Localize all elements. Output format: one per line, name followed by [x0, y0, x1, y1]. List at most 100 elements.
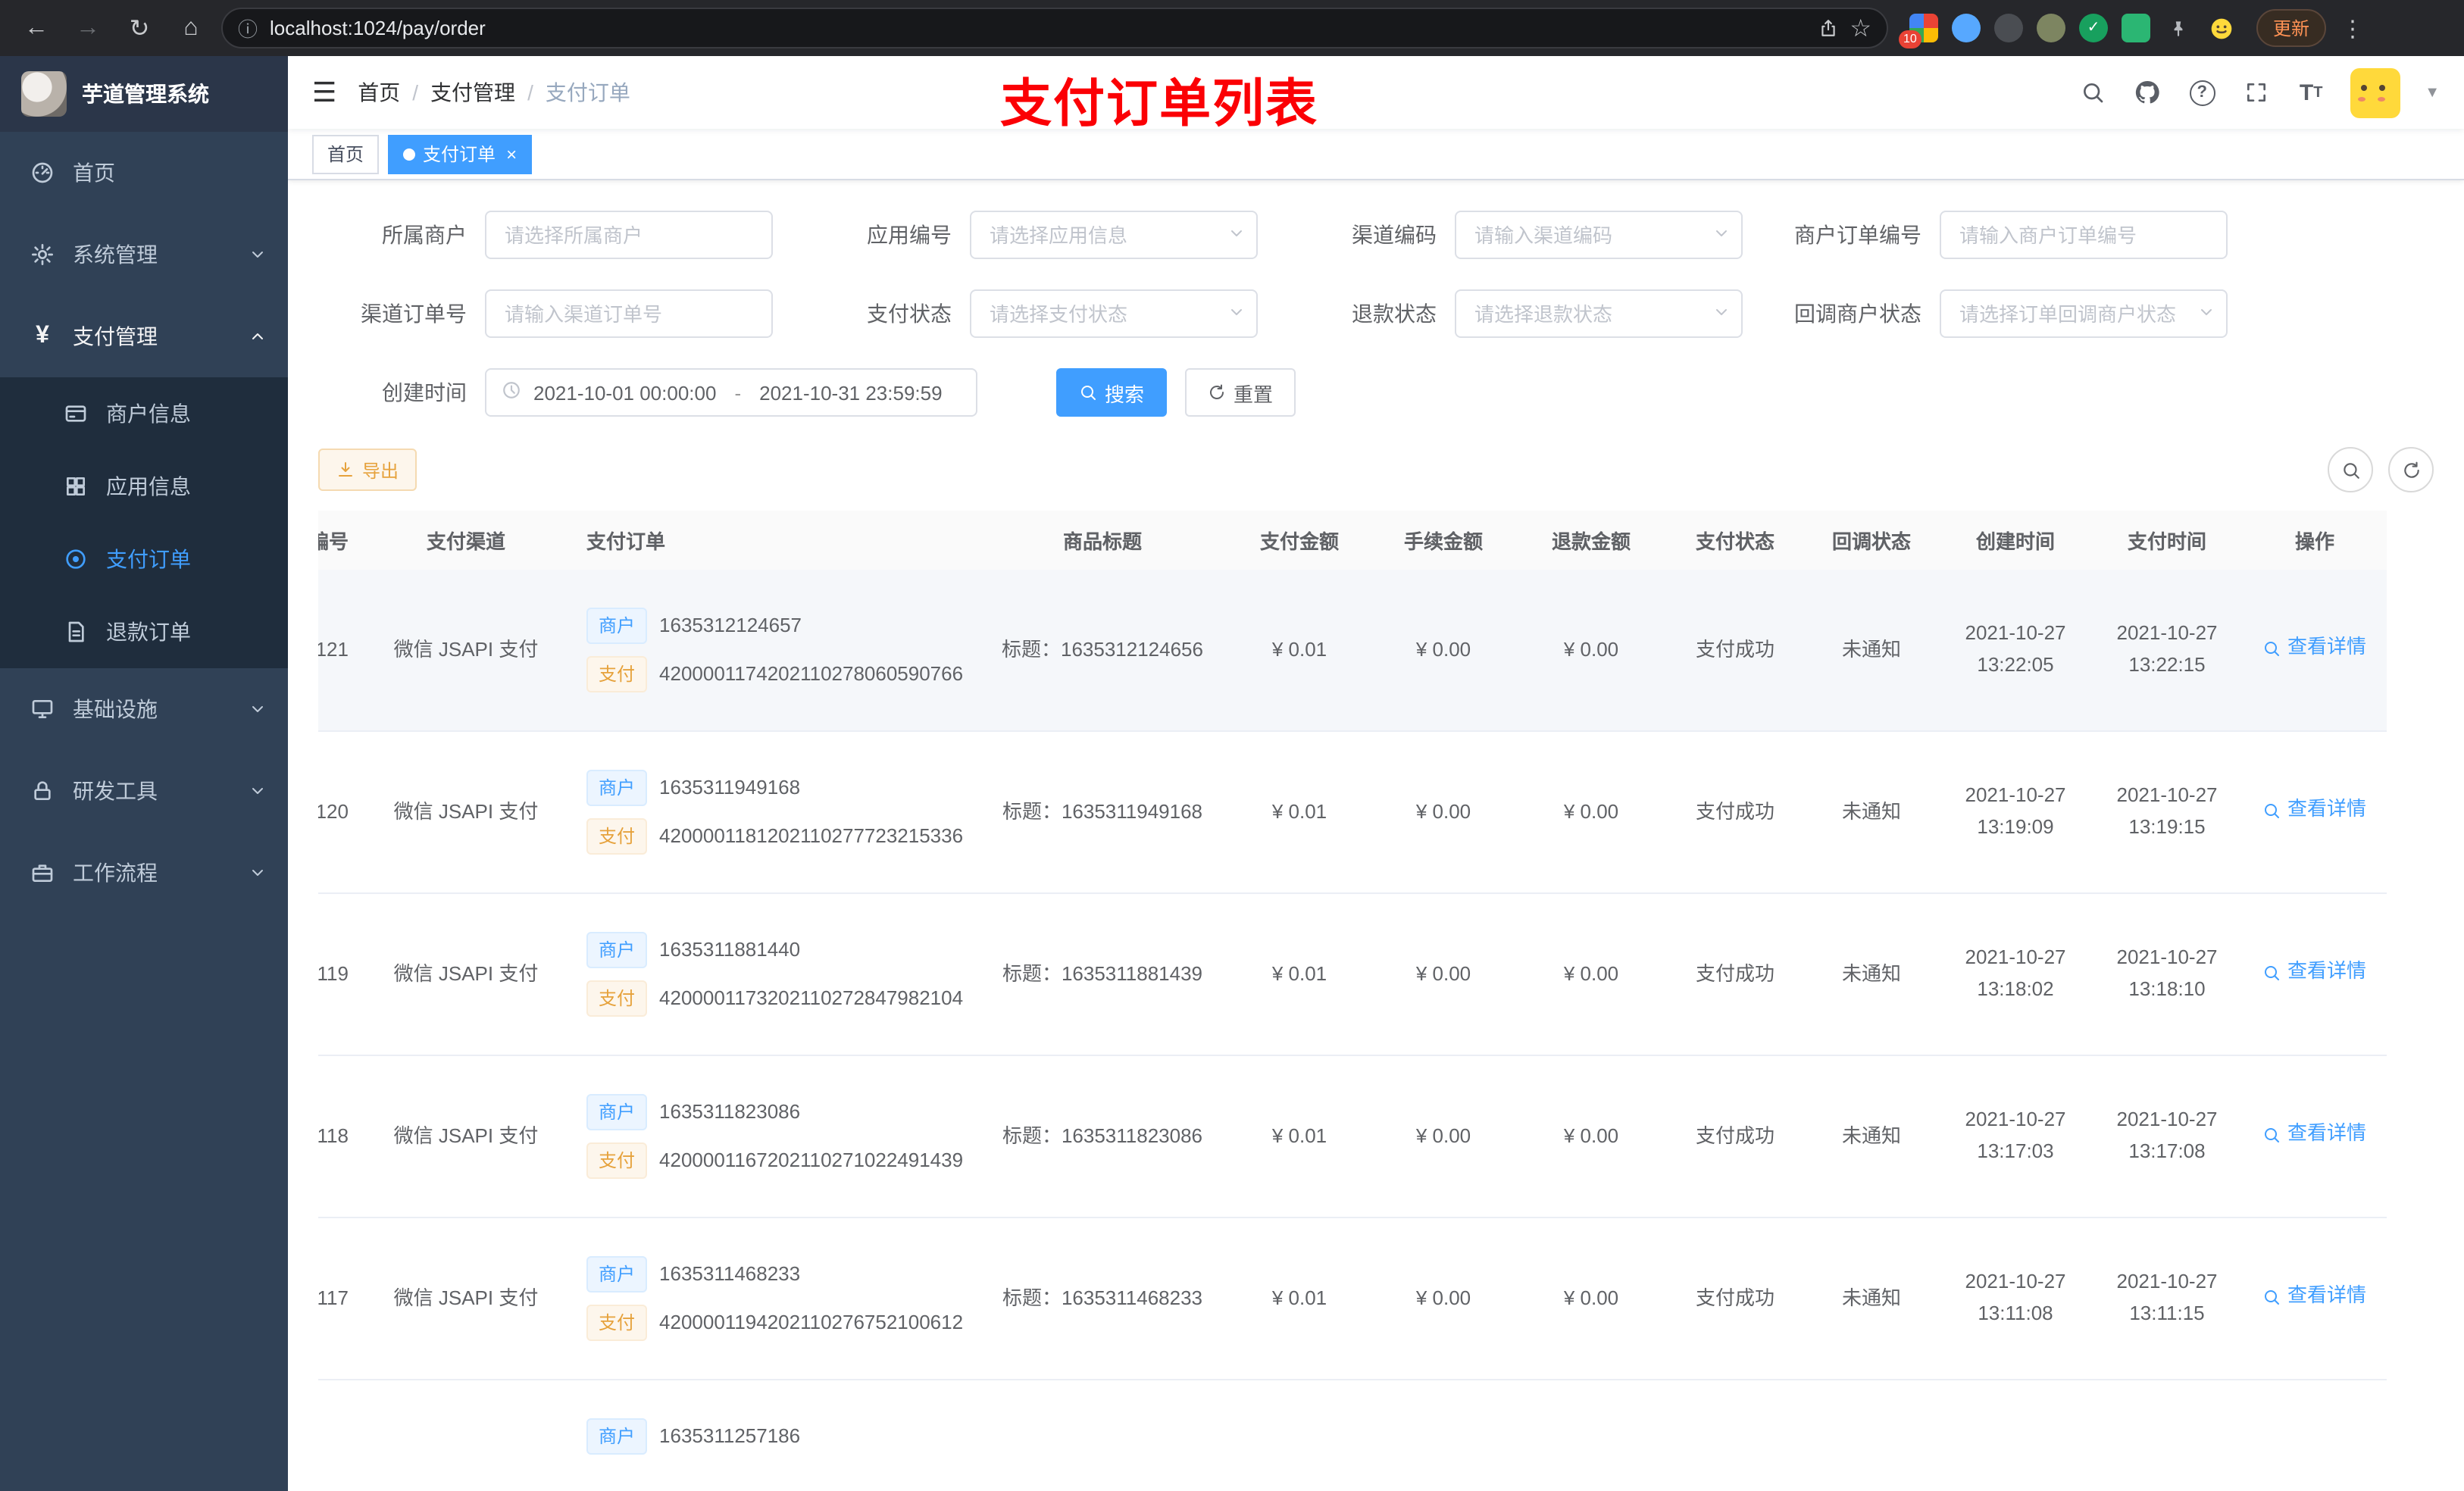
search-button[interactable]: 搜索 [1056, 368, 1168, 417]
view-detail-link[interactable]: 查看详情 [2263, 957, 2366, 989]
help-icon[interactable]: ? [2187, 77, 2217, 108]
refund-status-select[interactable] [1455, 289, 1743, 338]
refund-cell: ¥ 0.00 [1563, 1286, 1619, 1309]
view-detail-link[interactable]: 查看详情 [2263, 633, 2366, 664]
sidebar-item-pay-order[interactable]: 支付订单 [0, 523, 288, 595]
forward-icon[interactable]: → [67, 7, 109, 49]
order-id-cell: 118 [318, 1124, 349, 1147]
chevron-down-icon [249, 245, 267, 264]
title-cell: 标题：1635312124656 [1002, 637, 1203, 661]
sidebar-item-refund-order[interactable]: 退款订单 [0, 595, 288, 668]
sidebar-item-payment[interactable]: ¥ 支付管理 [0, 295, 288, 377]
amount-cell [1227, 1449, 1371, 1473]
refund-cell: ¥ 0.00 [1563, 961, 1619, 985]
view-detail-link[interactable]: 查看详情 [2263, 1281, 2366, 1313]
order-id-cell [318, 1449, 364, 1473]
create-time-range-picker[interactable]: 2021-10-01 00:00:00 - 2021-10-31 23:59:5… [485, 368, 977, 417]
filter-label-create-time: 创建时间 [382, 380, 467, 405]
notify-status-cell: 未通知 [1841, 961, 1901, 985]
extensions-area: 10 ✓ [1899, 14, 2235, 48]
close-tab-icon[interactable]: × [506, 143, 517, 164]
extension-icon[interactable] [1994, 14, 2023, 42]
lock-icon [30, 779, 55, 803]
back-icon[interactable]: ← [15, 7, 58, 49]
merchant-order-no: 1635311881440 [659, 937, 801, 961]
filter-label-app: 应用编号 [867, 223, 952, 247]
sidebar-item-merchant-info[interactable]: 商户信息 [0, 377, 288, 450]
pay-tag: 支付 [586, 1305, 648, 1341]
sidebar-item-workflow[interactable]: 工作流程 [0, 832, 288, 914]
toggle-search-button[interactable] [2328, 447, 2373, 492]
browser-menu-icon[interactable]: ⋮ [2335, 14, 2370, 42]
pay-status-select[interactable] [970, 289, 1258, 338]
font-size-icon[interactable]: TT [2296, 77, 2326, 108]
pay-tag: 支付 [586, 818, 648, 855]
fullscreen-icon[interactable] [2241, 77, 2272, 108]
filter-label-pay-status: 支付状态 [867, 302, 952, 326]
extension-icon[interactable] [1952, 14, 1981, 42]
refund-doc-icon [64, 620, 88, 644]
site-info-icon[interactable]: ⓘ [238, 14, 258, 42]
reset-button[interactable]: 重置 [1185, 368, 1296, 417]
channel-code-select[interactable] [1455, 211, 1743, 259]
home-icon[interactable]: ⌂ [170, 7, 212, 49]
chevron-down-icon [249, 782, 267, 800]
tab-pay-order[interactable]: 支付订单 × [388, 134, 533, 173]
sidebar-item-infra[interactable]: 基础设施 [0, 668, 288, 750]
merchant-order-no: 1635311468233 [659, 1261, 801, 1285]
pin-extension-icon[interactable] [2164, 14, 2193, 42]
extension-icon[interactable] [2122, 14, 2150, 42]
extension-icon[interactable]: 10 [1899, 14, 1938, 48]
pay-order-cell: 商户 1635312124657 支付 42000011742021102780… [568, 595, 977, 705]
browser-toolbar: ← → ↻ ⌂ ⓘ localhost:1024/pay/order ☆ 10 … [0, 0, 2464, 56]
filter-label-notify-status: 回调商户状态 [1794, 302, 1921, 326]
merchant-input[interactable] [485, 211, 773, 259]
github-icon[interactable] [2132, 77, 2162, 108]
sidebar-logo[interactable]: 芋道管理系统 [0, 56, 288, 132]
amount-cell: ¥ 0.01 [1271, 1286, 1327, 1309]
share-icon[interactable] [1818, 18, 1837, 38]
avatar-caret-icon[interactable]: ▼ [2425, 84, 2440, 101]
search-icon[interactable] [2078, 77, 2108, 108]
create-time-cell [1940, 1449, 2091, 1473]
address-bar[interactable]: ⓘ localhost:1024/pay/order ☆ [221, 8, 1888, 48]
hamburger-icon[interactable]: ☰ [312, 77, 336, 108]
view-detail-link[interactable]: 查看详情 [2263, 795, 2366, 827]
view-detail-link[interactable]: 查看详情 [2263, 1119, 2366, 1151]
chevron-down-icon [249, 864, 267, 882]
notify-status-cell: 未通知 [1841, 637, 1901, 661]
extension-icon[interactable]: ✓ [2079, 14, 2108, 42]
reload-icon[interactable]: ↻ [118, 7, 161, 49]
tags-view-bar: 首页 支付订单 × [288, 129, 2464, 180]
export-button[interactable]: 导出 [318, 449, 417, 491]
pay-channel-cell: 微信 JSAPI 支付 [393, 1124, 539, 1147]
breadcrumb-home[interactable]: 首页 [358, 77, 400, 108]
extension-icon[interactable] [2037, 14, 2065, 42]
pay-channel-cell: 微信 JSAPI 支付 [393, 799, 539, 823]
breadcrumb-payment[interactable]: 支付管理 [430, 77, 515, 108]
table-header-row: 编号 支付渠道 支付订单 商品标题 支付金额 手续金额 退款金额 支付状态 回调… [318, 511, 2387, 570]
merchant-tag: 商户 [586, 770, 648, 806]
sidebar-item-app-info[interactable]: 应用信息 [0, 450, 288, 523]
browser-update-button[interactable]: 更新 [2256, 9, 2327, 47]
refund-cell: ¥ 0.00 [1563, 637, 1619, 661]
channel-order-no-input[interactable] [485, 289, 773, 338]
pay-time-cell: 2021-10-27 13:19:15 [2116, 783, 2218, 838]
app-select[interactable] [970, 211, 1258, 259]
notify-status-select[interactable] [1940, 289, 2228, 338]
tab-home[interactable]: 首页 [312, 134, 380, 173]
merchant-order-no-input[interactable] [1940, 211, 2228, 259]
notify-status-cell [1803, 1449, 1940, 1473]
bookmark-star-icon[interactable]: ☆ [1850, 13, 1871, 43]
gear-icon [30, 242, 55, 267]
merchant-order-no: 1635311949168 [659, 775, 801, 799]
refresh-list-button[interactable] [2388, 447, 2434, 492]
create-time-cell: 2021-10-27 13:17:03 [1965, 1108, 2066, 1162]
sidebar-item-home[interactable]: 首页 [0, 132, 288, 214]
sidebar-item-system[interactable]: 系统管理 [0, 214, 288, 295]
date-start: 2021-10-01 00:00:00 [533, 381, 717, 404]
download-icon [336, 461, 355, 479]
sidebar-item-devtools[interactable]: 研发工具 [0, 750, 288, 832]
user-avatar[interactable] [2350, 67, 2401, 117]
profile-avatar-icon[interactable] [2206, 14, 2235, 42]
